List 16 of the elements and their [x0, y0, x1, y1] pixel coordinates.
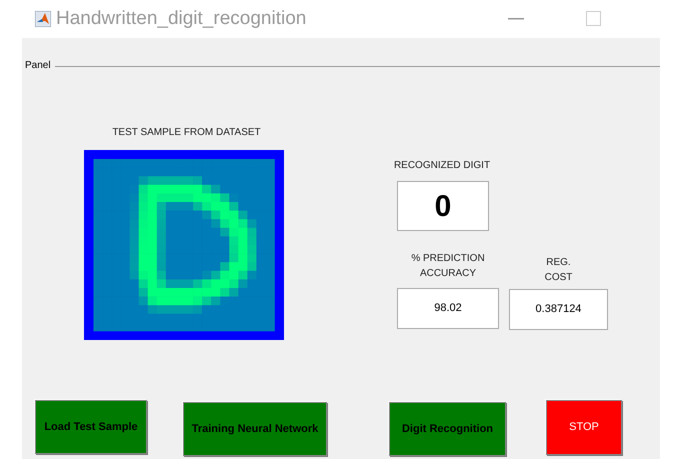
minimize-icon [508, 18, 524, 20]
sample-label: TEST SAMPLE FROM DATASET [112, 126, 261, 140]
window-title: Handwritten_digit_recognition [56, 6, 306, 31]
app-logo-icon [35, 11, 51, 27]
cost-label: REG. COST [544, 256, 574, 285]
accuracy-field: 98.02 [397, 288, 499, 329]
action-button[interactable]: Digit Recognition [389, 402, 506, 456]
action-button[interactable]: Load Test Sample [35, 400, 147, 454]
cost-field: 0.387124 [509, 289, 608, 330]
action-button[interactable]: Training Neural Network [183, 402, 327, 456]
recognized-label: RECOGNIZED DIGIT [392, 159, 492, 173]
stop-button[interactable]: STOP [546, 400, 622, 455]
recognized-digit-field: 0 [397, 181, 489, 231]
accuracy-label: % PREDICTION ACCURACY [410, 252, 486, 281]
panel-title: Panel [25, 60, 51, 72]
maximize-icon [586, 11, 602, 26]
